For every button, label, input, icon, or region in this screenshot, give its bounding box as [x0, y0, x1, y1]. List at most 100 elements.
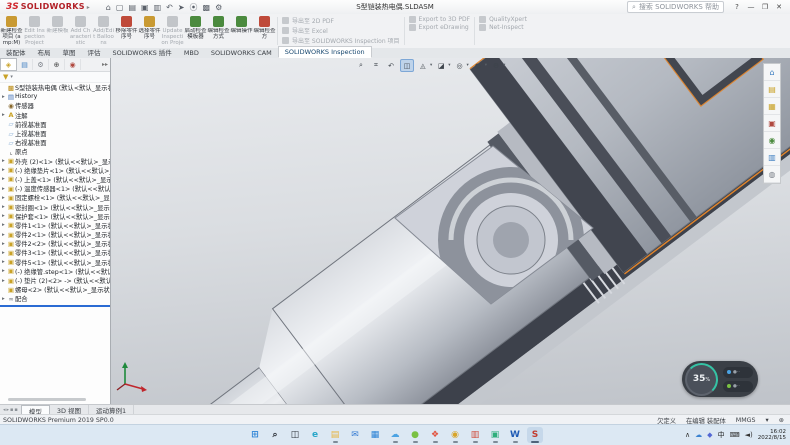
reader-app[interactable]: ▥	[467, 427, 483, 443]
qat-icon-9[interactable]: ⚙	[215, 3, 222, 12]
tray-chevron-icon[interactable]: ∧	[685, 431, 690, 439]
dimxpertmanager-tab[interactable]: ⊕	[49, 59, 65, 70]
tree-item[interactable]: ▱右视基准面	[0, 138, 110, 147]
tray-onedrive-icon[interactable]: ☁	[695, 431, 702, 439]
tree-item[interactable]: ▸∞配合	[0, 294, 110, 303]
tree-item[interactable]: ▸▣固定螺栓<1> (默认<<默认>_显示	[0, 193, 110, 202]
globe-icon[interactable]: ⊛	[779, 417, 784, 424]
panel-horizontal-scrollbar[interactable]	[8, 398, 86, 401]
logo-expand-arrow[interactable]: ▸	[87, 4, 90, 11]
tree-item[interactable]: ⌞原点	[0, 147, 110, 156]
annotation-views-icon-dropdown[interactable]: ▾	[430, 63, 432, 68]
launch-template-editor-button[interactable]: 启动检查模板器	[184, 14, 207, 48]
previous-view-icon[interactable]: ↶	[385, 60, 397, 71]
qat-icon-6[interactable]: ➤	[178, 3, 185, 12]
file-explorer-app[interactable]: ▤	[327, 427, 343, 443]
tab-评估[interactable]: 评估	[82, 48, 107, 58]
edit-operation-button[interactable]: 编辑操作	[230, 14, 253, 48]
search-button[interactable]: ⌕	[267, 427, 283, 443]
tab-装配体[interactable]: 装配体	[0, 48, 32, 58]
tree-item[interactable]: ▱前视基准面	[0, 120, 110, 129]
green-app[interactable]: ●	[407, 427, 423, 443]
displaymanager-tab[interactable]: ◉	[65, 59, 81, 70]
tree-item[interactable]: ◉传感器	[0, 101, 110, 110]
tree-item[interactable]: ▸▣(-) 上盖<1> (默认<<默认>_显示状	[0, 175, 110, 184]
tab-SOLIDWORKS Inspection[interactable]: SOLIDWORKS Inspection	[278, 46, 372, 58]
qat-icon-1[interactable]: ▢	[116, 3, 124, 12]
new-inspection-project-button[interactable]: 新建检查项目 (amp:M)	[0, 14, 23, 48]
display-style-icon-dropdown[interactable]: ▾	[448, 63, 450, 68]
hide-show-items-icon[interactable]: ◎	[454, 60, 466, 71]
qat-icon-5[interactable]: ↶	[166, 3, 173, 12]
edge-app[interactable]: e	[307, 427, 323, 443]
tree-item[interactable]: ▸▣外壳 (2)<1> (默认<<默认>_显示状	[0, 157, 110, 166]
3d-model[interactable]	[111, 58, 790, 404]
taskbar-clock[interactable]: 16:022022/8/15	[758, 429, 786, 441]
tray-volume-icon[interactable]: ◄)	[745, 431, 753, 439]
panel-tabs-overflow-icon[interactable]: ▸▸	[102, 61, 110, 68]
design-library-icon[interactable]: ▤	[764, 81, 780, 98]
tab-SOLIDWORKS CAM[interactable]: SOLIDWORKS CAM	[205, 48, 278, 58]
edit-inspection-plan-button[interactable]: 编辑检查方	[253, 14, 276, 48]
qat-icon-2[interactable]: ▤	[128, 3, 136, 12]
qat-icon-7[interactable]: ⦿	[190, 2, 198, 13]
task-view-button[interactable]: ◫	[287, 427, 303, 443]
tree-item[interactable]: ▸▣零件5<1> (默认<<默认>_显示状态	[0, 258, 110, 267]
tree-item[interactable]: ▸▣零件1<1> (默认<<默认>_显示状态	[0, 221, 110, 230]
tree-item[interactable]: ▸▣零件2<1> (默认<<默认>_显示状	[0, 230, 110, 239]
word-app[interactable]: W	[507, 427, 523, 443]
remove-balloons-button[interactable]: 移除零件序号	[115, 14, 138, 48]
tree-item[interactable]: ▸▣密封圈<1> (默认<<默认>_显示状	[0, 202, 110, 211]
chrome-app[interactable]: ◉	[447, 427, 463, 443]
onedrive-app[interactable]: ☁	[387, 427, 403, 443]
featuremanager-tab[interactable]: ◈	[0, 58, 17, 71]
screen-recorder-overlay[interactable]: 35 % ●·· ●··	[682, 361, 758, 397]
tree-item[interactable]: ▸▣零件3<1> (默认<<默认>_显示状	[0, 248, 110, 257]
zoom-area-icon[interactable]: ⌗	[370, 60, 382, 71]
tree-item[interactable]: ▸A注解	[0, 111, 110, 120]
tree-item[interactable]: ▸▣(-) 垫片 (2)<2> -> (默认<<默认>	[0, 276, 110, 285]
display-style-icon[interactable]: ◪	[435, 60, 447, 71]
graphics-viewport[interactable]: ⌕⌗↶◫◬▾◪▾◎▾●▾⚙▾ ⌂▤▦▣◉▥◍	[111, 58, 790, 404]
view-palette-icon[interactable]: ▣	[764, 115, 780, 132]
recorder-button-1[interactable]: ●··	[723, 367, 753, 378]
forum-icon[interactable]: ◍	[764, 166, 780, 183]
propertymanager-tab[interactable]: ▤	[17, 59, 33, 70]
view-settings-icon-dropdown[interactable]: ▾	[503, 63, 505, 68]
help-search-input[interactable]: ⌕ 搜索 SOLIDWORKS 帮助	[627, 1, 724, 13]
close-button[interactable]: ✕	[772, 3, 786, 11]
zoom-fit-icon[interactable]: ⌕	[355, 60, 367, 71]
section-view-icon[interactable]: ◫	[400, 59, 414, 72]
edit-appearance-icon[interactable]: ●	[472, 60, 484, 71]
rollback-bar[interactable]	[0, 305, 110, 307]
restore-button[interactable]: ❐	[758, 3, 772, 11]
view-settings-icon[interactable]: ⚙	[490, 60, 502, 71]
tree-item[interactable]: ▱上视基准面	[0, 129, 110, 138]
start-button[interactable]: ⊞	[247, 427, 263, 443]
annotation-views-icon[interactable]: ◬	[417, 60, 429, 71]
tree-item[interactable]: ▸▣(-) 绝缘管.step<1> (默认<<默认>	[0, 267, 110, 276]
custom-properties-icon[interactable]: ▥	[764, 149, 780, 166]
tree-item[interactable]: ▸▤History	[0, 92, 110, 101]
qat-icon-0[interactable]: ⌂	[106, 3, 111, 12]
help-button[interactable]: ?	[730, 3, 744, 11]
tray-keyboard-icon[interactable]: ⌨	[730, 431, 740, 439]
resources-home-icon[interactable]: ⌂	[764, 64, 780, 81]
tree-item[interactable]: ▸▣零件2<2> (默认<<默认>_显示状	[0, 239, 110, 248]
filter-funnel-icon[interactable]: ▼	[3, 73, 8, 81]
edit-appearance-icon-dropdown[interactable]: ▾	[485, 63, 487, 68]
tree-filter-row[interactable]: ▼ ▾	[0, 72, 110, 83]
tree-item[interactable]: ▸▣(-) 温度传感器<1> (默认<<默认>_	[0, 184, 110, 193]
tray-security-icon[interactable]: ◆	[707, 431, 712, 439]
tree-item[interactable]: ▸▣(-) 绝缘垫片<1> (默认<<默认>_显示状	[0, 166, 110, 175]
file-explorer-icon[interactable]: ▦	[764, 98, 780, 115]
minimize-button[interactable]: —	[744, 3, 758, 11]
teal-app[interactable]: ▣	[487, 427, 503, 443]
tree-item[interactable]: ▩S型铠装热电偶 (默认<默认_显示状态-1	[0, 83, 110, 92]
appearances-icon[interactable]: ◉	[764, 132, 780, 149]
tab-MBD[interactable]: MBD	[178, 48, 205, 58]
solidworks-app[interactable]: S	[527, 427, 543, 443]
edit-inspection-method-button[interactable]: 编辑检查方式	[207, 14, 230, 48]
tab-SOLIDWORKS 插件[interactable]: SOLIDWORKS 插件	[107, 48, 178, 58]
recorder-button-2[interactable]: ●··	[723, 381, 753, 392]
